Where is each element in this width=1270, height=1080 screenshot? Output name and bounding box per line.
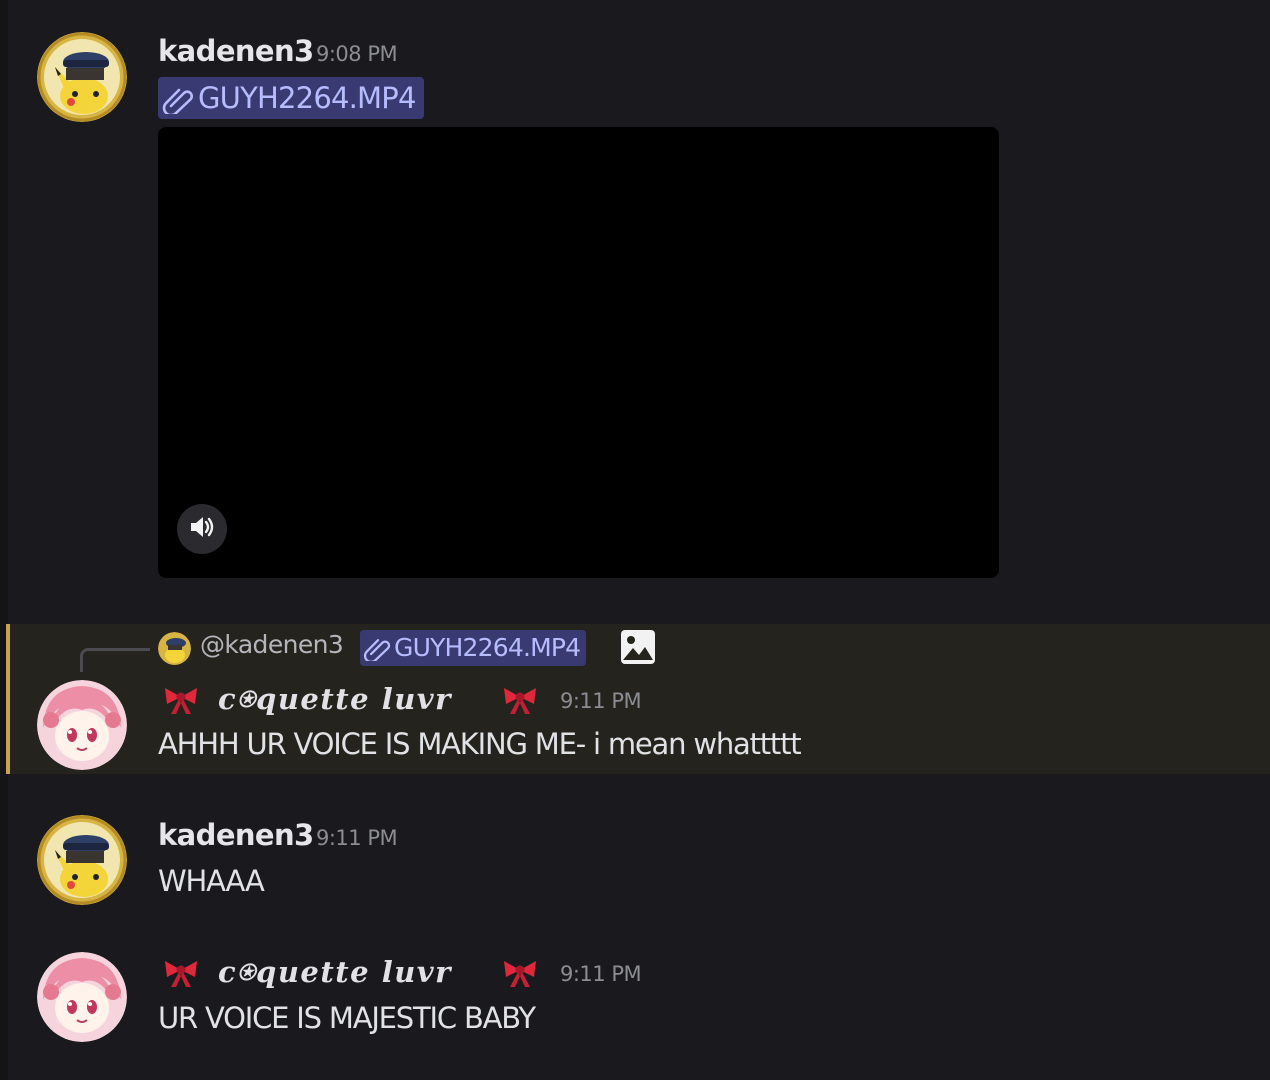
avatar-coquette[interactable] — [37, 952, 127, 1042]
username[interactable]: c⍟quette luvr — [218, 955, 452, 990]
reply-attachment-link[interactable]: GUYH2264.MP4 — [360, 630, 587, 666]
attachment-filename: GUYH2264.MP4 — [198, 81, 416, 115]
timestamp: 9:08 PM — [316, 42, 398, 66]
avatar-kadenen3[interactable] — [37, 32, 127, 122]
message-text: WHAAA — [158, 864, 265, 898]
username[interactable]: kadenen3 — [158, 34, 314, 68]
username[interactable]: kadenen3 — [158, 818, 314, 852]
mention-highlight-bar — [6, 624, 10, 774]
avatar-kadenen3[interactable] — [37, 815, 127, 905]
timestamp: 9:11 PM — [560, 689, 642, 713]
video-player[interactable] — [158, 127, 999, 578]
bow-emoji — [162, 684, 200, 716]
paperclip-icon — [162, 83, 196, 117]
volume-button[interactable] — [177, 504, 227, 554]
bow-emoji — [501, 957, 539, 989]
attachment-link[interactable]: GUYH2264.MP4 — [158, 77, 424, 119]
message-text: UR VOICE IS MAJESTIC BABY — [158, 1001, 536, 1035]
reply-attachment-filename: GUYH2264.MP4 — [394, 633, 581, 662]
timestamp: 9:11 PM — [316, 826, 398, 850]
avatar-coquette[interactable] — [37, 680, 127, 770]
message-text: AHHH UR VOICE IS MAKING ME- i mean whatt… — [158, 727, 802, 761]
left-edge — [0, 0, 8, 1080]
timestamp: 9:11 PM — [560, 962, 642, 986]
reply-mention[interactable]: @kadenen3 — [200, 630, 344, 659]
image-icon — [620, 629, 656, 665]
volume-icon — [188, 514, 216, 544]
bow-emoji — [501, 684, 539, 716]
username[interactable]: c⍟quette luvr — [218, 682, 452, 717]
reply-avatar — [158, 632, 191, 665]
chat-view: kadenen3 9:08 PM GUYH2264.MP4 @kadenen3 … — [0, 0, 1270, 1080]
bow-emoji — [162, 957, 200, 989]
paperclip-icon — [363, 635, 393, 663]
reply-connector — [80, 648, 150, 672]
